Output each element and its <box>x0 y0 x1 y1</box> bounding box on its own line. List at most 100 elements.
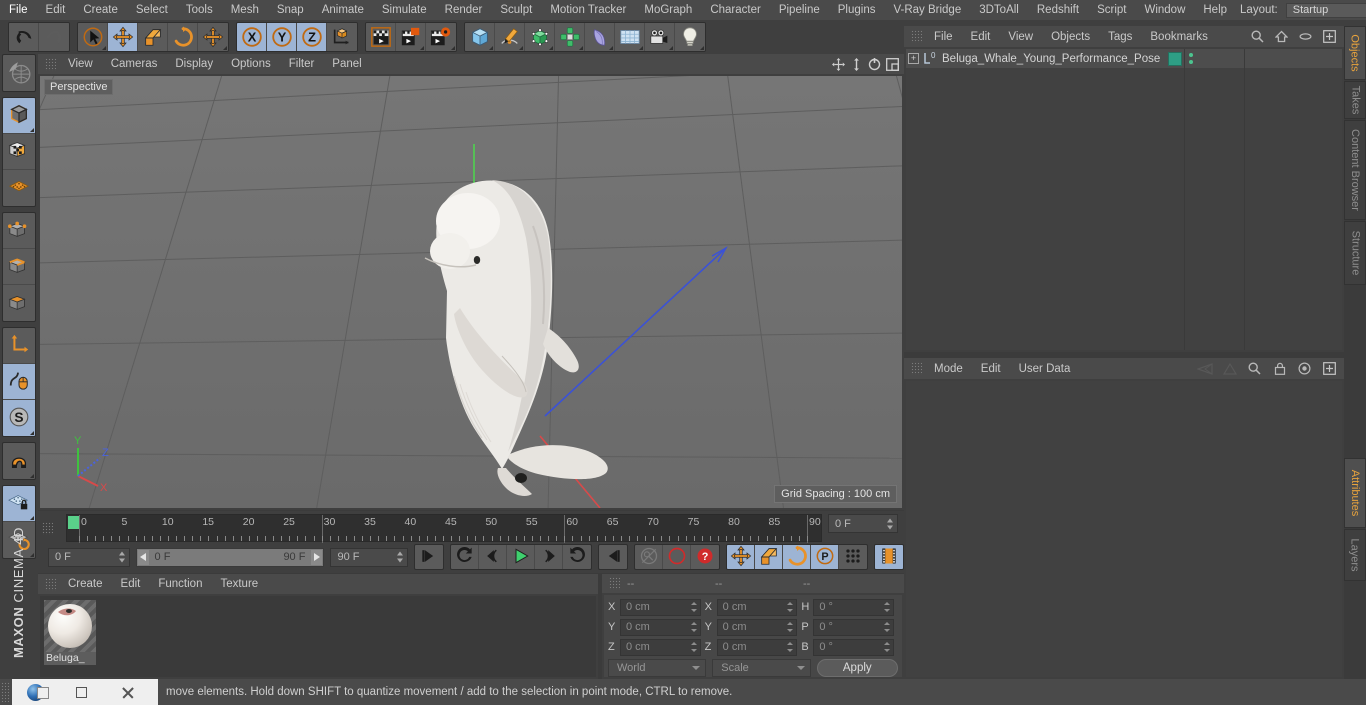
make-editable-button[interactable] <box>3 98 35 134</box>
panel-grip-icon[interactable] <box>42 522 53 535</box>
render-settings-button[interactable] <box>426 23 456 51</box>
redo-button[interactable] <box>39 23 69 51</box>
viewport-menu-panel[interactable]: Panel <box>323 54 370 74</box>
flyout-corner-icon[interactable] <box>420 46 424 50</box>
add-environment-button[interactable] <box>615 23 645 51</box>
coord-field-size-y[interactable]: 0 cm <box>716 618 798 636</box>
material-menu-texture[interactable]: Texture <box>211 574 267 594</box>
object-menu-bookmarks[interactable]: Bookmarks <box>1141 27 1217 47</box>
menu-render[interactable]: Render <box>436 0 492 20</box>
restore-window-icon[interactable] <box>58 679 104 705</box>
animation-mode-button[interactable] <box>875 545 903 569</box>
coord-field-rot-b[interactable]: 0 ° <box>813 638 895 656</box>
flyout-corner-icon[interactable] <box>102 46 106 50</box>
flyout-corner-icon[interactable] <box>451 46 455 50</box>
go-to-end-button[interactable] <box>599 545 627 569</box>
pla-key-button[interactable]: P <box>811 545 839 569</box>
menu-redshift[interactable]: Redshift <box>1028 0 1088 20</box>
layout-dropdown[interactable]: Startup <box>1285 2 1366 18</box>
render-region-button[interactable] <box>396 23 426 51</box>
menu-help[interactable]: Help <box>1194 0 1236 20</box>
texture-mode-button[interactable] <box>3 134 35 170</box>
viewport-menu-options[interactable]: Options <box>222 54 280 74</box>
live-selection-tool[interactable] <box>78 23 108 51</box>
play-button[interactable] <box>507 545 535 569</box>
coord-field-size-x[interactable]: 0 cm <box>716 598 798 616</box>
add-deformer-button[interactable] <box>585 23 615 51</box>
scale-key-button[interactable] <box>755 545 783 569</box>
flyout-corner-icon[interactable] <box>669 46 673 50</box>
object-row-beluga[interactable]: + 0 Beluga_Whale_Young_Performance_Pose <box>906 49 1342 68</box>
flyout-corner-icon[interactable] <box>30 128 34 132</box>
add-generator-button[interactable] <box>525 23 555 51</box>
timeline-playhead[interactable] <box>68 516 79 529</box>
keyframe-selection-button[interactable]: ? <box>691 545 719 569</box>
flyout-corner-icon[interactable] <box>639 46 643 50</box>
menu-script[interactable]: Script <box>1088 0 1135 20</box>
polygons-mode-button[interactable] <box>3 285 35 321</box>
menu-v-ray-bridge[interactable]: V-Ray Bridge <box>884 0 970 20</box>
undo-button[interactable] <box>9 23 39 51</box>
flyout-corner-icon[interactable] <box>700 46 704 50</box>
point-level-animation-button[interactable] <box>839 545 867 569</box>
viewport-menu-cameras[interactable]: Cameras <box>102 54 167 74</box>
eye-icon[interactable] <box>1297 28 1314 45</box>
viewport-menu-filter[interactable]: Filter <box>280 54 324 74</box>
lock-z-axis[interactable]: Z <box>297 23 327 51</box>
menu-select[interactable]: Select <box>127 0 177 20</box>
coord-field-rot-h[interactable]: 0 ° <box>813 598 895 616</box>
attributes-menu-mode[interactable]: Mode <box>925 359 972 379</box>
viewport-menu-display[interactable]: Display <box>166 54 222 74</box>
forward-nav-icon[interactable] <box>1221 360 1238 377</box>
add-spline-button[interactable] <box>495 23 525 51</box>
attributes-content[interactable] <box>906 381 1342 677</box>
coord-field-pos-y[interactable]: 0 cm <box>620 618 701 636</box>
next-keyframe-button[interactable] <box>563 545 591 569</box>
dock-tab-layers[interactable]: Layers <box>1344 529 1366 581</box>
flyout-corner-icon[interactable] <box>579 46 583 50</box>
panel-grip-icon[interactable] <box>45 57 56 71</box>
current-frame-field[interactable]: 0 F <box>828 514 898 533</box>
flyout-corner-icon[interactable] <box>549 46 553 50</box>
points-mode-button[interactable] <box>3 213 35 249</box>
dock-tab-content-browser[interactable]: Content Browser <box>1344 120 1366 220</box>
dock-tab-takes[interactable]: Takes <box>1344 81 1366 119</box>
menu-file[interactable]: File <box>0 0 37 20</box>
material-list[interactable]: Beluga_ <box>40 596 596 677</box>
flyout-corner-icon[interactable] <box>223 46 227 50</box>
add-light-button[interactable] <box>675 23 705 51</box>
attributes-menu-edit[interactable]: Edit <box>972 359 1010 379</box>
menu-animate[interactable]: Animate <box>313 0 373 20</box>
edges-mode-button[interactable] <box>3 249 35 285</box>
add-array-button[interactable] <box>555 23 585 51</box>
previous-frame-button[interactable] <box>479 545 507 569</box>
menu-plugins[interactable]: Plugins <box>829 0 885 20</box>
end-frame-spinner[interactable] <box>397 551 404 563</box>
material-menu-function[interactable]: Function <box>149 574 211 594</box>
menu-simulate[interactable]: Simulate <box>373 0 436 20</box>
menu-motion-tracker[interactable]: Motion Tracker <box>541 0 635 20</box>
apply-button[interactable]: Apply <box>816 658 899 677</box>
menu-snap[interactable]: Snap <box>268 0 313 20</box>
coord-mode-dropdown[interactable]: Scale <box>712 658 811 677</box>
coord-field-size-z[interactable]: 0 cm <box>716 638 798 656</box>
flyout-corner-icon[interactable] <box>30 474 34 478</box>
enable-snap-button[interactable] <box>3 364 35 400</box>
viewport-solo-button[interactable] <box>3 170 35 206</box>
magnet-tool-button[interactable] <box>3 443 35 479</box>
add-cube-button[interactable] <box>465 23 495 51</box>
menu-tools[interactable]: Tools <box>177 0 222 20</box>
flyout-corner-icon[interactable] <box>30 431 34 435</box>
attributes-menu-user-data[interactable]: User Data <box>1010 359 1080 379</box>
target-icon[interactable] <box>1296 360 1313 377</box>
coord-field-rot-p[interactable]: 0 ° <box>813 618 895 636</box>
menu-pipeline[interactable]: Pipeline <box>770 0 829 20</box>
menu-window[interactable]: Window <box>1135 0 1194 20</box>
dock-tab-structure[interactable]: Structure <box>1344 221 1366 285</box>
panel-grip-icon[interactable] <box>609 577 620 590</box>
menu-sculpt[interactable]: Sculpt <box>491 0 541 20</box>
plus-box-icon[interactable] <box>1321 360 1338 377</box>
preview-range-slider[interactable]: 0 F 90 F <box>135 547 325 567</box>
flyout-corner-icon[interactable] <box>609 46 613 50</box>
start-frame-spinner[interactable] <box>118 551 126 563</box>
